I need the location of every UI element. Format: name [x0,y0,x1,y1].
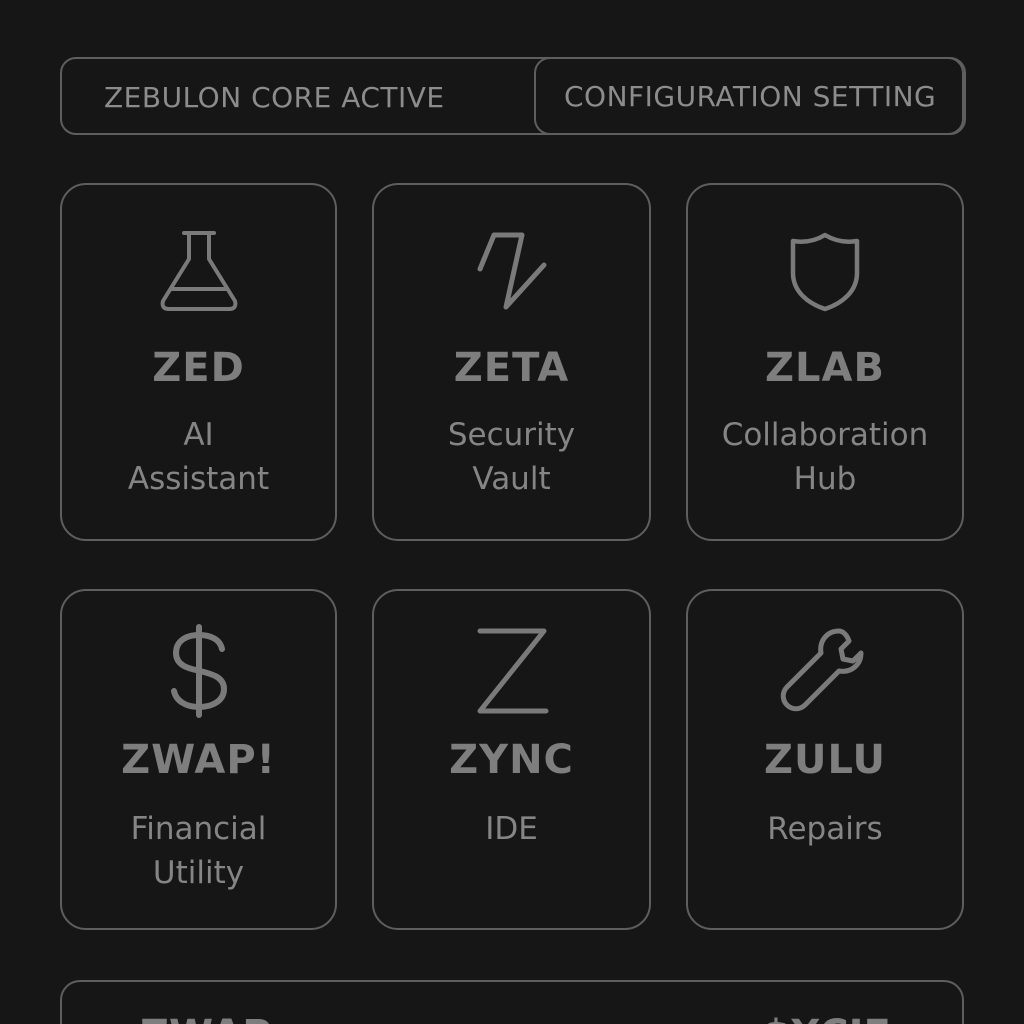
flask-icon [62,229,335,313]
app-name: ZED [152,345,245,391]
bottom-panel-right-label: $XCIE [762,1012,891,1024]
zigzag-icon [374,229,649,313]
bottom-panel[interactable]: ZWAP $XCIE [60,980,964,1024]
app-launcher: ZEBULON CORE ACTIVE CONFIGURATION SETTIN… [0,0,1024,1024]
app-description: AI Assistant [127,417,270,497]
app-name: ZWAP! [121,737,276,783]
shield-icon [688,229,962,313]
app-name: ZLAB [765,345,885,391]
app-tile-zlab[interactable]: ZLAB Collaboration Hub [686,183,964,541]
app-description: Financial Utility [130,811,267,891]
app-tile-zwap[interactable]: ZWAP! Financial Utility [60,589,337,930]
app-name: ZETA [453,345,570,391]
app-name: ZYNC [449,737,574,783]
wrench-icon [688,623,962,719]
dollar-icon [62,623,335,719]
app-tile-zed[interactable]: ZED AI Assistant [60,183,337,541]
app-description: Collaboration Hub [721,417,929,497]
app-description: Security Vault [447,417,576,497]
core-status-label: ZEBULON CORE ACTIVE [104,81,445,114]
app-description: Repairs [767,811,883,847]
status-bar: ZEBULON CORE ACTIVE CONFIGURATION SETTIN… [60,57,966,135]
bottom-panel-left-label: ZWAP [140,1012,272,1024]
app-tile-zeta[interactable]: ZETA Security Vault [372,183,651,541]
app-description: IDE [485,811,538,847]
configuration-setting-button[interactable]: CONFIGURATION SETTING [534,57,966,135]
app-tile-zulu[interactable]: ZULU Repairs [686,589,964,930]
app-tile-zync[interactable]: ZYNC IDE [372,589,651,930]
z-letter-icon [374,623,649,719]
app-name: ZULU [763,737,887,783]
